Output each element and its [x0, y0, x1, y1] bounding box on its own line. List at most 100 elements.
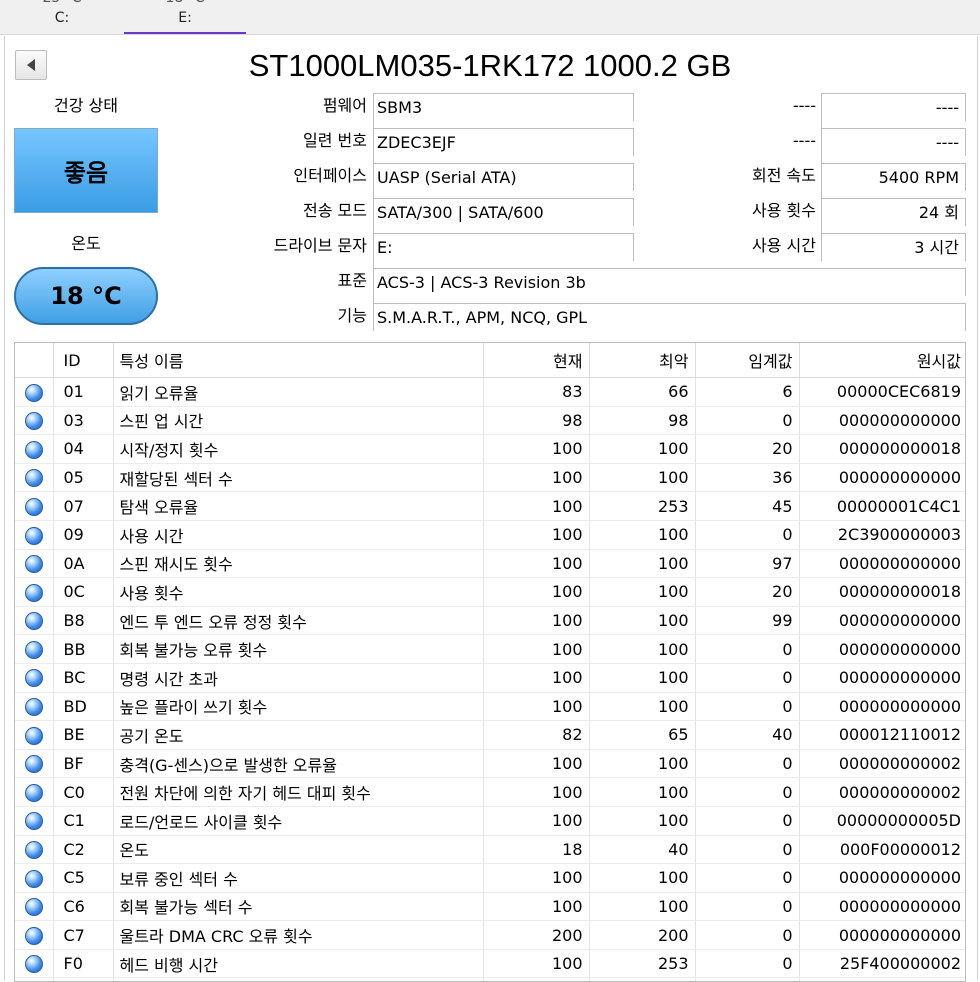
features-label: 기능 [210, 305, 367, 327]
threshold-value: 0 [695, 692, 799, 721]
attribute-name: 울트라 DMA CRC 오류 횟수 [113, 921, 483, 950]
status-cell [15, 435, 53, 464]
status-cell [15, 835, 53, 864]
table-header-row: ID 특성 이름 현재 최악 임계값 원시값 [15, 343, 966, 378]
status-good-icon [25, 927, 43, 945]
table-row[interactable]: 04시작/정지 횟수10010020000000000018 [15, 435, 966, 464]
attribute-name: 엔드 투 엔드 오류 정정 횟수 [113, 606, 483, 635]
table-row[interactable]: BE공기 온도826540000012110012 [15, 721, 966, 750]
status-cell [15, 549, 53, 578]
attribute-id: B8 [53, 606, 113, 635]
worst-value: 100 [589, 778, 695, 807]
table-row[interactable]: 05재할당된 섹터 수10010036000000000000 [15, 463, 966, 492]
attribute-name: 보류 중인 섹터 수 [113, 864, 483, 893]
status-cell [15, 806, 53, 835]
health-status-button[interactable]: 좋음 [14, 128, 158, 213]
attribute-id: C2 [53, 835, 113, 864]
current-value: 100 [483, 435, 589, 464]
threshold-value: 99 [695, 606, 799, 635]
table-row[interactable]: B8엔드 투 엔드 오류 정정 횟수10010099000000000000 [15, 606, 966, 635]
attribute-name: 헤드 비행 시간 [113, 949, 483, 978]
threshold-value: 0 [695, 892, 799, 921]
table-row[interactable]: BD높은 플라이 쓰기 횟수1001000000000000000 [15, 692, 966, 721]
table-row[interactable]: C1로드/언로드 사이클 횟수100100000000000005D [15, 806, 966, 835]
worst-value: 100 [589, 864, 695, 893]
current-value: 100 [483, 692, 589, 721]
status-good-icon [25, 955, 43, 973]
worst-value: 40 [589, 835, 695, 864]
smart-attributes-table[interactable]: ID 특성 이름 현재 최악 임계값 원시값 01읽기 오류율836660000… [14, 342, 966, 982]
table-row[interactable]: C0전원 차단에 의한 자기 헤드 대피 횟수10010000000000000… [15, 778, 966, 807]
health-status-label: 건강 상태 [14, 94, 158, 118]
current-value: 82 [483, 721, 589, 750]
column-header-worst[interactable]: 최악 [589, 343, 695, 378]
table-row[interactable]: 0C사용 횟수10010020000000000018 [15, 578, 966, 607]
worst-value: 100 [589, 635, 695, 664]
attribute-id: F0 [53, 949, 113, 978]
attribute-name: 사용 시간 [113, 520, 483, 549]
worst-value: 100 [589, 806, 695, 835]
current-value: 100 [483, 606, 589, 635]
attribute-id: C7 [53, 921, 113, 950]
table-row[interactable]: 0A스핀 재시도 횟수10010097000000000000 [15, 549, 966, 578]
current-value: 100 [483, 549, 589, 578]
worst-value: 100 [589, 549, 695, 578]
current-value: 200 [483, 921, 589, 950]
table-row[interactable]: 01읽기 오류율8366600000CEC6819 [15, 378, 966, 407]
raw-value: 000000000000 [799, 406, 966, 435]
table-row[interactable]: F0헤드 비행 시간100253025F400000002 [15, 949, 966, 978]
raw-value: 000000000002 [799, 749, 966, 778]
features-field: S.M.A.R.T., APM, NCQ, GPL [374, 303, 966, 331]
column-header-threshold[interactable]: 임계값 [695, 343, 799, 378]
attribute-name: 스핀 업 시간 [113, 406, 483, 435]
table-row[interactable]: C5보류 중인 섹터 수1001000000000000000 [15, 864, 966, 893]
raw-value: 000000000000 [799, 921, 966, 950]
worst-value: 253 [589, 949, 695, 978]
table-row[interactable]: 03스핀 업 시간98980000000000000 [15, 406, 966, 435]
current-value: 98 [483, 406, 589, 435]
table-row[interactable]: BC명령 시간 초과1001000000000000000 [15, 663, 966, 692]
status-cell [15, 635, 53, 664]
temperature-button[interactable]: 18 °C [14, 267, 158, 325]
current-value: 18 [483, 835, 589, 864]
drive-tab-e[interactable]: 18 °C E: [124, 0, 246, 35]
column-header-raw[interactable]: 원시값 [799, 343, 966, 378]
status-cell [15, 463, 53, 492]
table-row[interactable]: BF충격(G-센스)으로 발생한 오류율1001000000000000002 [15, 749, 966, 778]
rotation-speed-label: 회전 속도 [660, 165, 816, 187]
current-value: 100 [483, 806, 589, 835]
attribute-name: 명령 시간 초과 [113, 663, 483, 692]
status-cell [15, 749, 53, 778]
table-row[interactable]: BB회복 불가능 오류 횟수1001000000000000000 [15, 635, 966, 664]
drive-tab-c[interactable]: 25 °C C: [22, 0, 102, 32]
raw-value: 000000000000 [799, 635, 966, 664]
table-row[interactable]: 07탐색 오류율1002534500000001C4C1 [15, 492, 966, 521]
column-header-id[interactable]: ID [53, 343, 113, 378]
current-value: 100 [483, 635, 589, 664]
attribute-id: C5 [53, 864, 113, 893]
status-good-icon [25, 698, 43, 716]
firmware-field: SBM3 [374, 93, 634, 121]
status-good-icon [25, 384, 43, 402]
column-header-current[interactable]: 현재 [483, 343, 589, 378]
current-value: 100 [483, 492, 589, 521]
table-row[interactable]: C6회복 불가능 섹터 수1001000000000000000 [15, 892, 966, 921]
table-row[interactable]: C7울트라 DMA CRC 오류 횟수2002000000000000000 [15, 921, 966, 950]
column-header-name[interactable]: 특성 이름 [113, 343, 483, 378]
interface-label: 인터페이스 [210, 165, 367, 187]
table-row[interactable]: 09사용 시간10010002C3900000003 [15, 520, 966, 549]
field-divider [373, 93, 374, 331]
status-cell [15, 692, 53, 721]
temperature-label: 온도 [14, 232, 158, 256]
threshold-value: 0 [695, 778, 799, 807]
current-value: 100 [483, 892, 589, 921]
raw-value: 2C3900000003 [799, 520, 966, 549]
column-header-status[interactable] [15, 343, 53, 378]
status-cell [15, 921, 53, 950]
status-good-icon [25, 727, 43, 745]
threshold-value: 36 [695, 463, 799, 492]
rotation-speed-field: 5400 RPM [822, 163, 966, 191]
worst-value: 100 [589, 520, 695, 549]
table-row[interactable]: C2온도18400000F00000012 [15, 835, 966, 864]
threshold-value: 0 [695, 835, 799, 864]
